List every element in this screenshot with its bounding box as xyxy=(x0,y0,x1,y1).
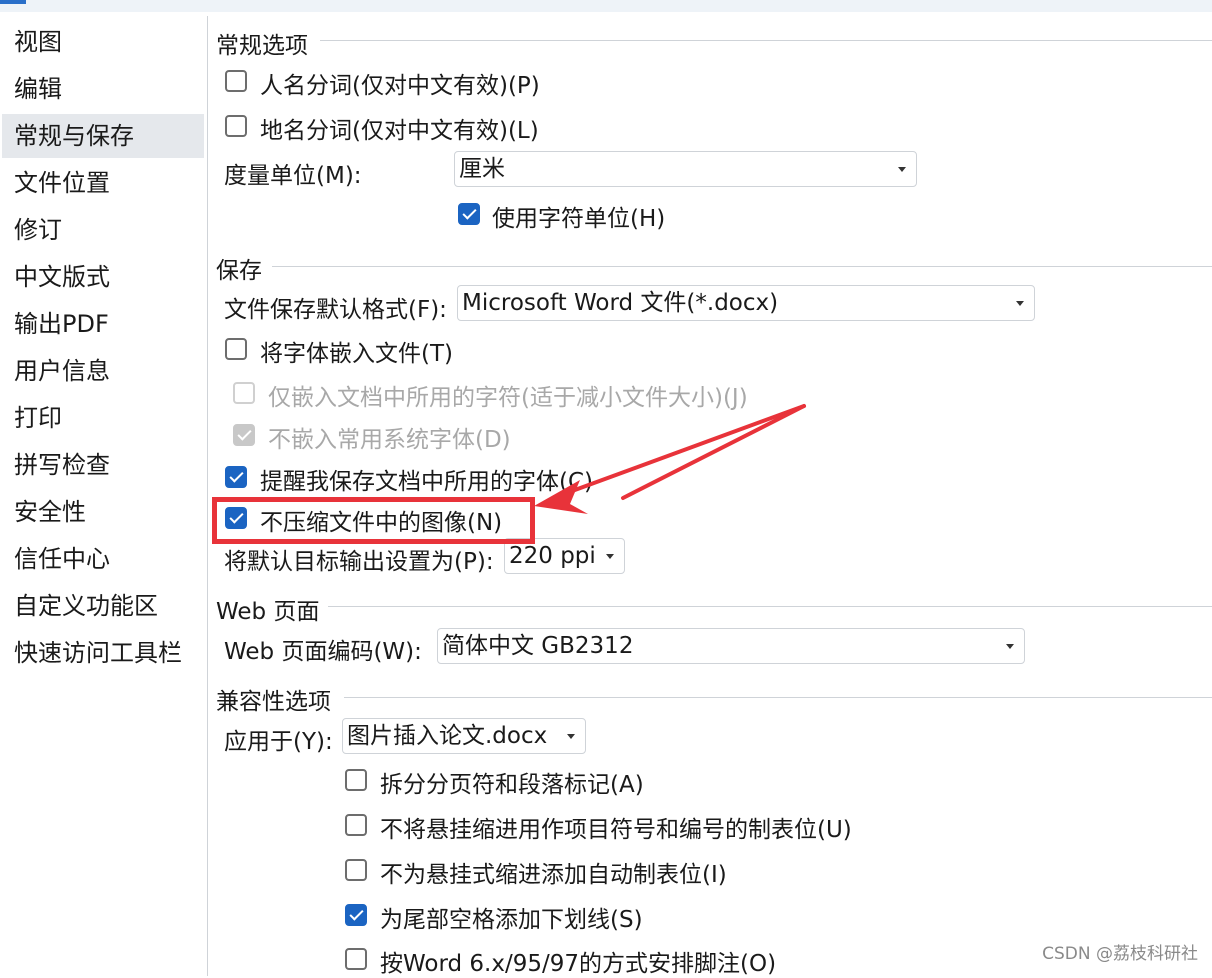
section-title-compat: 兼容性选项 xyxy=(216,689,331,715)
sidebar-item-quick-access[interactable]: 快速访问工具栏 xyxy=(2,631,204,675)
compat-option-label: 按Word 6.x/95/97的方式安排脚注(O) xyxy=(380,951,777,977)
section-divider xyxy=(344,697,1212,698)
apply-to-select[interactable]: 图片插入论文.docx xyxy=(342,718,586,754)
embed-used-chars-checkbox[interactable] xyxy=(233,382,255,404)
sidebar-item-chinese-layout[interactable]: 中文版式 xyxy=(2,255,204,299)
sidebar-item-security[interactable]: 安全性 xyxy=(2,490,204,534)
section-divider xyxy=(272,266,1212,267)
sidebar-item-general-save[interactable]: 常规与保存 xyxy=(2,114,204,158)
no-common-fonts-label: 不嵌入常用系统字体(D) xyxy=(268,427,511,453)
options-main-panel: 常规选项 人名分词(仅对中文有效)(P) 地名分词(仅对中文有效)(L) 度量单… xyxy=(208,16,1212,977)
default-output-label: 将默认目标输出设置为(P): xyxy=(224,549,494,575)
sidebar-item-print[interactable]: 打印 xyxy=(2,396,204,440)
apply-to-label: 应用于(Y): xyxy=(224,729,333,755)
measurement-unit-value: 厘米 xyxy=(459,156,505,182)
no-common-fonts-checkbox[interactable] xyxy=(233,424,255,446)
title-accent xyxy=(0,0,26,4)
compat-option-checkbox[interactable] xyxy=(345,814,367,836)
web-encoding-label: Web 页面编码(W): xyxy=(224,639,422,665)
watermark: CSDN @荔枝科研社 xyxy=(1042,944,1198,964)
chevron-down-icon xyxy=(898,167,906,172)
section-title-save: 保存 xyxy=(216,258,262,284)
sidebar-item-revisions[interactable]: 修订 xyxy=(2,208,204,252)
web-encoding-select[interactable]: 简体中文 GB2312 xyxy=(437,628,1025,664)
sidebar-item-view[interactable]: 视图 xyxy=(2,20,204,64)
highlight-box xyxy=(212,497,535,544)
place-segmentation-label: 地名分词(仅对中文有效)(L) xyxy=(260,118,539,144)
section-divider xyxy=(328,606,1212,607)
place-segmentation-checkbox[interactable] xyxy=(225,115,247,137)
embed-fonts-checkbox[interactable] xyxy=(225,338,247,360)
compat-option-checkbox[interactable] xyxy=(345,904,367,926)
sidebar-item-user-info[interactable]: 用户信息 xyxy=(2,349,204,393)
char-unit-checkbox[interactable] xyxy=(458,203,480,225)
compat-option-label: 不将悬挂缩进用作项目符号和编号的制表位(U) xyxy=(380,817,852,843)
compat-option-label: 不为悬挂式缩进添加自动制表位(I) xyxy=(380,862,727,888)
section-title-general: 常规选项 xyxy=(216,33,308,59)
measurement-unit-label: 度量单位(M): xyxy=(224,163,362,189)
compat-option-checkbox[interactable] xyxy=(345,859,367,881)
name-segmentation-checkbox[interactable] xyxy=(225,70,247,92)
apply-to-value: 图片插入论文.docx xyxy=(347,723,548,749)
compat-option-checkbox[interactable] xyxy=(345,948,367,970)
char-unit-label: 使用字符单位(H) xyxy=(492,206,666,232)
remind-fonts-checkbox[interactable] xyxy=(225,466,247,488)
title-strip xyxy=(0,0,1212,12)
sidebar-item-customize-ribbon[interactable]: 自定义功能区 xyxy=(2,584,204,628)
section-divider xyxy=(320,40,1212,41)
chevron-down-icon xyxy=(606,554,614,559)
chevron-down-icon xyxy=(1006,644,1014,649)
sidebar-item-trust-center[interactable]: 信任中心 xyxy=(2,537,204,581)
default-output-value: 220 ppi xyxy=(509,543,596,569)
web-encoding-value: 简体中文 GB2312 xyxy=(442,633,634,659)
chevron-down-icon xyxy=(1016,301,1024,306)
sidebar-item-spelling[interactable]: 拼写检查 xyxy=(2,443,204,487)
section-title-web: Web 页面 xyxy=(216,599,320,625)
embed-fonts-label: 将字体嵌入文件(T) xyxy=(260,341,453,367)
embed-used-chars-label: 仅嵌入文档中所用的字符(适于减小文件大小)(J) xyxy=(268,385,748,411)
measurement-unit-select[interactable]: 厘米 xyxy=(454,151,917,187)
name-segmentation-label: 人名分词(仅对中文有效)(P) xyxy=(260,73,540,99)
sidebar-item-edit[interactable]: 编辑 xyxy=(2,67,204,111)
default-format-label: 文件保存默认格式(F): xyxy=(224,297,447,323)
compat-option-label: 拆分分页符和段落标记(A) xyxy=(380,772,644,798)
compat-option-checkbox[interactable] xyxy=(345,769,367,791)
compat-option-label: 为尾部空格添加下划线(S) xyxy=(380,907,643,933)
sidebar-item-file-locations[interactable]: 文件位置 xyxy=(2,161,204,205)
default-format-select[interactable]: Microsoft Word 文件(*.docx) xyxy=(457,285,1035,321)
default-format-value: Microsoft Word 文件(*.docx) xyxy=(462,290,779,316)
chevron-down-icon xyxy=(567,734,575,739)
options-sidebar: 视图 编辑 常规与保存 文件位置 修订 中文版式 输出PDF 用户信息 打印 拼… xyxy=(2,16,208,976)
remind-fonts-label: 提醒我保存文档中所用的字体(C) xyxy=(260,469,594,495)
sidebar-item-export-pdf[interactable]: 输出PDF xyxy=(2,302,204,346)
